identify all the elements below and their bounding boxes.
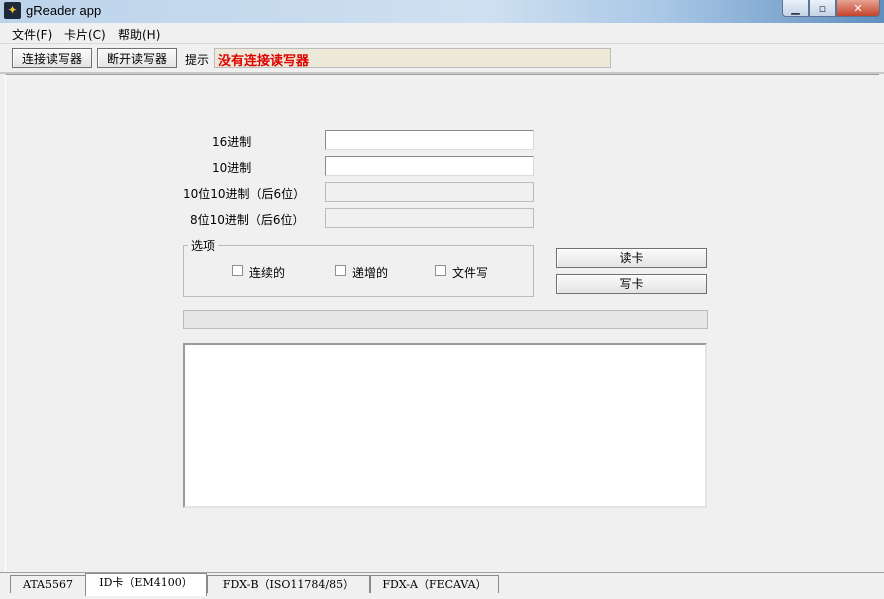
increment-label[interactable]: 递增的 (352, 264, 388, 281)
status-message: 没有连接读写器 (218, 54, 310, 69)
menu-card[interactable]: 卡片(C) (64, 26, 106, 43)
hint-label: 提示 (185, 53, 210, 67)
decimal-label: 10进制 (212, 161, 252, 175)
tab-id-card-em4100[interactable]: ID卡（EM4100） (85, 573, 207, 596)
continuous-checkbox[interactable] (232, 265, 243, 276)
menu-help[interactable]: 帮助(H) (118, 26, 160, 43)
tab-bar: ATA5567 ID卡（EM4100） FDX-B（ISO11784/85） F… (0, 572, 884, 599)
disconnect-reader-button[interactable]: 断开读写器 (97, 48, 177, 68)
write-card-button[interactable]: 写卡 (556, 274, 707, 294)
continuous-label[interactable]: 连续的 (249, 264, 285, 281)
dec10-last6-label: 10位10进制（后6位） (183, 187, 306, 201)
increment-checkbox[interactable] (335, 265, 346, 276)
app-icon: ✦ (4, 2, 21, 19)
app-window: ✦ gReader app ▁ ▫ ✕ 文件(F) 卡片(C) 帮助(H) 连接… (0, 0, 884, 599)
dec8-last6-field[interactable] (325, 208, 534, 228)
hex-field[interactable] (325, 130, 534, 150)
close-icon[interactable]: ✕ (836, 0, 880, 17)
window-controls: ▁ ▫ ✕ (782, 0, 880, 17)
hex-label: 16进制 (212, 135, 252, 149)
file-write-label[interactable]: 文件写 (452, 264, 488, 281)
dec10-last6-field[interactable] (325, 182, 534, 202)
minimize-icon[interactable]: ▁ (782, 0, 809, 17)
tab-ata5567[interactable]: ATA5567 (10, 575, 86, 593)
log-output[interactable] (183, 343, 707, 508)
status-box: 没有连接读写器 (214, 48, 611, 69)
menu-file[interactable]: 文件(F) (12, 26, 52, 43)
connect-reader-button[interactable]: 连接读写器 (12, 48, 92, 68)
maximize-icon[interactable]: ▫ (809, 0, 836, 17)
tab-fdx-b[interactable]: FDX-B（ISO11784/85） (207, 575, 370, 593)
tab-fdx-a[interactable]: FDX-A（FECAVA） (370, 575, 499, 593)
title-bar[interactable]: ✦ gReader app ▁ ▫ ✕ (0, 0, 884, 23)
progress-bar (183, 310, 708, 329)
toolbar: 连接读写器 断开读写器 提示 没有连接读写器 (0, 44, 884, 74)
window-title: gReader app (26, 3, 102, 18)
decimal-field[interactable] (325, 156, 534, 176)
read-card-button[interactable]: 读卡 (556, 248, 707, 268)
options-group-title: 选项 (188, 237, 219, 254)
menu-bar: 文件(F) 卡片(C) 帮助(H) (0, 23, 884, 44)
file-write-checkbox[interactable] (435, 265, 446, 276)
dec8-last6-label: 8位10进制（后6位） (190, 213, 305, 227)
